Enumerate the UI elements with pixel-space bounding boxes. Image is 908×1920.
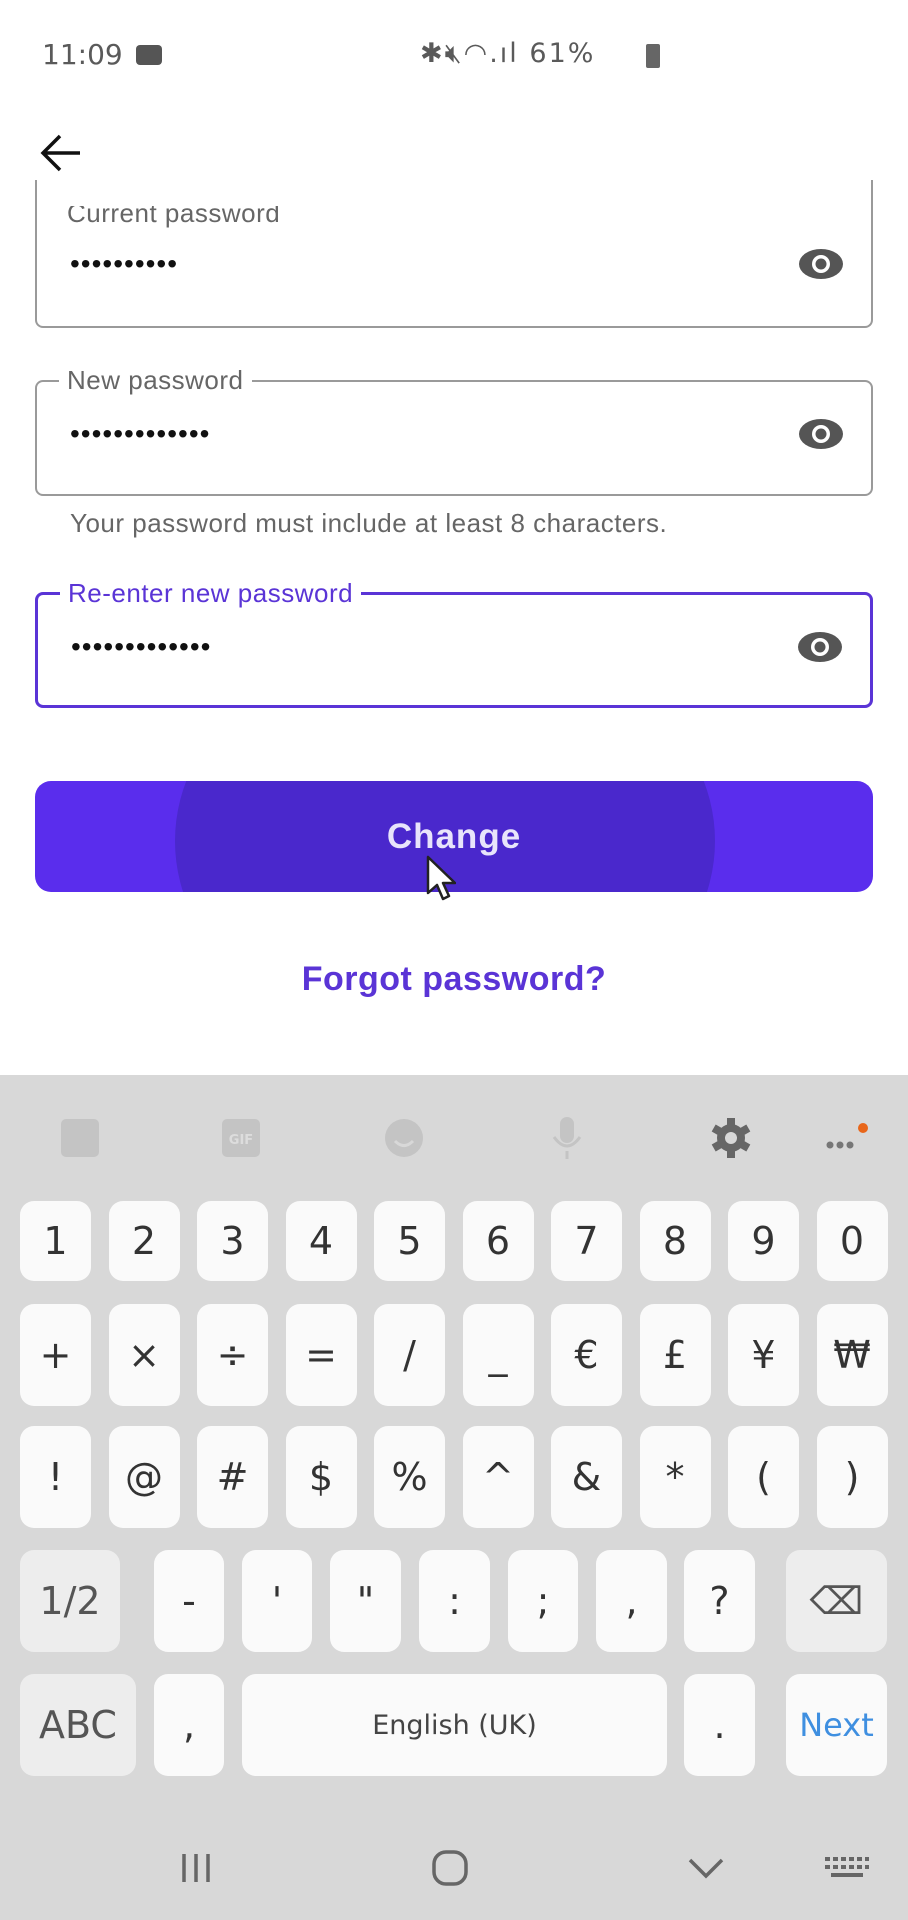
current-password-label: Current password	[59, 206, 289, 229]
key[interactable]: £	[639, 1304, 711, 1406]
key[interactable]: 3	[197, 1201, 268, 1281]
key[interactable]: ,	[154, 1674, 224, 1776]
key[interactable]: .	[684, 1674, 755, 1776]
key[interactable]: ,	[596, 1550, 667, 1652]
space-key[interactable]: English (UK)	[242, 1674, 667, 1776]
battery-icon	[646, 44, 660, 68]
keyboard: GIF 1 2 3 4 5 6 7 8 9 0 + × ÷ = / _ € £ ¥ ₩! @ # $% ^ & *() 1/2- ' "…	[0, 1075, 908, 1920]
key[interactable]: :	[419, 1550, 490, 1652]
abc-key[interactable]: ABC	[20, 1674, 136, 1776]
key[interactable]: 6	[462, 1201, 534, 1281]
reenter-password-field[interactable]: Re-enter new password •••••••••••••	[35, 578, 873, 708]
page-toggle-key[interactable]: 1/2	[20, 1550, 120, 1652]
key[interactable]: (	[728, 1426, 799, 1528]
mouse-cursor-icon	[426, 855, 456, 901]
key[interactable]: ¥	[728, 1304, 799, 1406]
next-key[interactable]: Next	[786, 1674, 887, 1776]
key[interactable]: 9	[728, 1201, 799, 1281]
key[interactable]: 2	[108, 1201, 180, 1281]
key[interactable]: -	[154, 1550, 224, 1652]
key[interactable]: €	[551, 1304, 622, 1406]
new-password-label: New password	[59, 365, 252, 396]
key[interactable]: 7	[551, 1201, 622, 1281]
key[interactable]: '	[242, 1550, 312, 1652]
forgot-password-link[interactable]: Forgot password?	[0, 960, 908, 999]
key[interactable]: ÷	[197, 1304, 268, 1406]
video-record-icon	[136, 45, 162, 65]
gif-text: GIF	[229, 1133, 253, 1148]
eye-icon[interactable]	[797, 246, 845, 282]
status-bar: 11:09 ✱🔇︎◠.ıl 61%	[0, 0, 908, 110]
reenter-password-label: Re-enter new password	[60, 578, 362, 609]
key[interactable]: $	[285, 1426, 357, 1528]
new-password-field[interactable]: New password •••••••••••••	[35, 365, 873, 496]
back-chevron-icon[interactable]	[676, 1845, 736, 1891]
eye-icon[interactable]	[797, 416, 845, 452]
signal-icon: .ıl	[489, 38, 519, 69]
key[interactable]: /	[374, 1304, 445, 1406]
key[interactable]: +	[20, 1304, 91, 1406]
key[interactable]: 1	[20, 1201, 91, 1281]
key[interactable]: 8	[639, 1201, 711, 1281]
key[interactable]: "	[330, 1550, 401, 1652]
microphone-icon[interactable]	[542, 1115, 592, 1161]
key[interactable]: _	[462, 1304, 534, 1406]
home-icon[interactable]	[420, 1845, 480, 1891]
key[interactable]: !	[20, 1426, 91, 1528]
key[interactable]: ^	[462, 1426, 534, 1528]
key[interactable]: #	[197, 1426, 268, 1528]
key[interactable]: ;	[508, 1550, 578, 1652]
battery-text: 61%	[529, 38, 596, 69]
mute-icon: 🔇︎	[444, 38, 464, 69]
current-password-field[interactable]: Current password ••••••••••	[35, 180, 873, 328]
eye-icon[interactable]	[796, 629, 844, 665]
change-button-label: Change	[386, 816, 522, 856]
key[interactable]: 5	[374, 1201, 445, 1281]
clock: 11:09	[42, 38, 123, 71]
current-password-value[interactable]: ••••••••••	[70, 248, 178, 280]
key[interactable]: ?	[684, 1550, 755, 1652]
more-icon[interactable]	[822, 1115, 872, 1161]
new-password-value[interactable]: •••••••••••••	[70, 418, 210, 450]
arrow-left-icon[interactable]	[38, 132, 84, 174]
key[interactable]: @	[108, 1426, 180, 1528]
wifi-icon: ◠	[463, 38, 490, 69]
key[interactable]: =	[285, 1304, 357, 1406]
gif-icon[interactable]: GIF	[216, 1115, 266, 1161]
password-helper-text: Your password must include at least 8 ch…	[70, 508, 668, 538]
key[interactable]: *	[639, 1426, 711, 1528]
emoji-icon[interactable]	[379, 1115, 429, 1161]
key[interactable]: )	[816, 1426, 888, 1528]
reenter-password-value[interactable]: •••••••••••••	[71, 631, 211, 663]
keyboard-switch-icon[interactable]	[817, 1845, 877, 1891]
sticker-icon[interactable]	[55, 1115, 105, 1161]
settings-icon[interactable]	[706, 1115, 756, 1161]
bluetooth-icon: ✱	[420, 38, 445, 69]
status-icons: ✱🔇︎◠.ıl 61%	[420, 38, 595, 70]
key[interactable]: ×	[108, 1304, 180, 1406]
recents-icon[interactable]	[166, 1845, 226, 1891]
key[interactable]: 4	[285, 1201, 357, 1281]
key[interactable]: &	[551, 1426, 622, 1528]
key[interactable]: 0	[816, 1201, 888, 1281]
backspace-key[interactable]: ⌫	[786, 1550, 887, 1652]
key[interactable]: ₩	[816, 1304, 888, 1406]
key[interactable]: %	[374, 1426, 445, 1528]
